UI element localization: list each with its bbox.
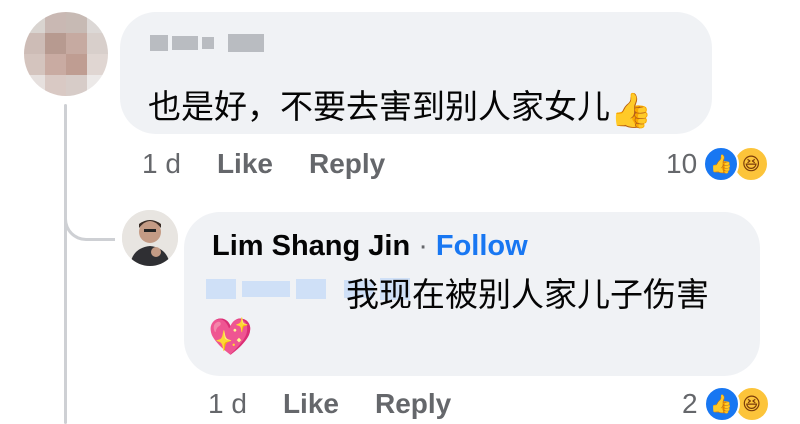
reply-header: Lim Shang Jin · Follow (212, 230, 528, 263)
sparkling-heart-emoji: 💖 (208, 316, 253, 357)
reply-button[interactable]: Reply (309, 148, 385, 180)
reply-reactions[interactable]: 2 👍 😆 (682, 386, 770, 422)
reply-author-name[interactable]: Lim Shang Jin (212, 230, 410, 263)
reply-actions: 1 d Like Reply (208, 388, 451, 420)
reaction-count: 10 (666, 148, 698, 179)
comment-reactions[interactable]: 10 👍 😆 (666, 146, 770, 182)
reply-text: 我现在被别人家儿子伤害 (346, 275, 709, 314)
comment-timestamp[interactable]: 1 d (142, 148, 181, 180)
reply-reaction-count: 2 (682, 388, 698, 419)
like-button[interactable]: Like (217, 148, 273, 180)
comment-actions: 1 d Like Reply (142, 148, 385, 180)
thread-line (64, 104, 67, 424)
reply-like-button[interactable]: Like (283, 388, 339, 420)
commenter-avatar-blurred[interactable] (24, 12, 108, 96)
like-reaction-icon: 👍 (703, 146, 740, 182)
comment-text: 也是好，不要去害到别人家女儿👍 (148, 87, 653, 131)
like-reaction-icon: 👍 (703, 386, 740, 422)
reply-reply-button[interactable]: Reply (375, 388, 451, 420)
reply-connector (64, 190, 115, 241)
commenter-name-blurred[interactable] (150, 34, 264, 52)
reply-timestamp[interactable]: 1 d (208, 388, 247, 420)
reply-author-avatar[interactable] (122, 210, 178, 266)
follow-button[interactable]: Follow (436, 230, 528, 263)
thumbs-up-emoji: 👍 (610, 91, 653, 131)
separator-dot: · (418, 230, 428, 262)
